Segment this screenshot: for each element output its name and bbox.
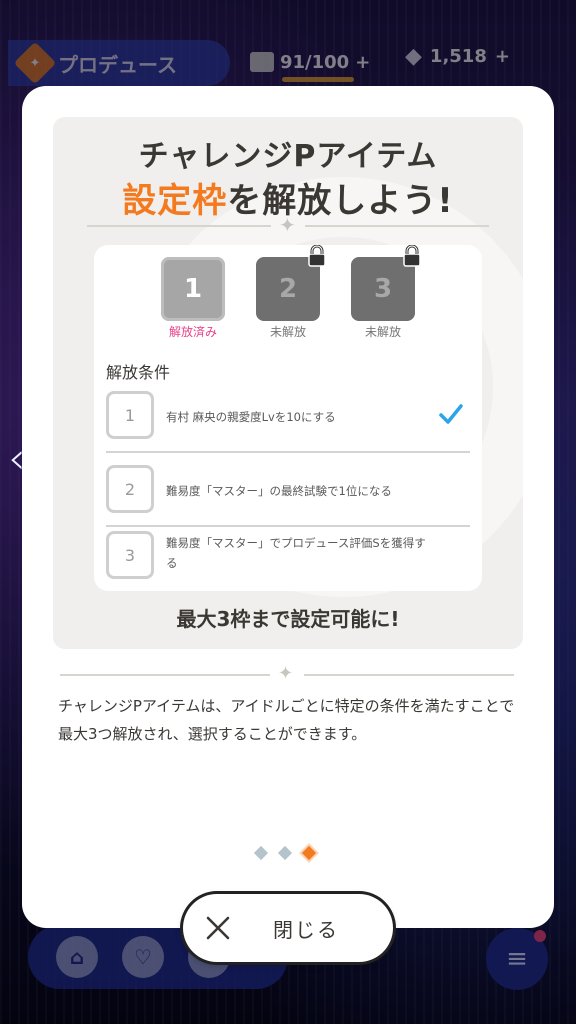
page-dot-1[interactable] (253, 845, 269, 861)
sparkle-icon: ✦ (279, 213, 296, 237)
description-text: チャレンジPアイテムは、アイドルごとに特定の条件を満たすことで最大3つ解放され、… (58, 697, 515, 743)
condition-number: 1 (106, 391, 154, 439)
condition-row: 3 難易度「マスター」でプロデュース評価Sを獲得する (106, 527, 470, 589)
slot-number: 2 (278, 274, 298, 304)
slot-1: 1 (161, 257, 225, 321)
headline-rest: を解放しよう! (227, 181, 454, 221)
condition-text: 難易度「マスター」の最終試験で1位になる (166, 484, 392, 498)
slot-2: 2 (256, 245, 326, 321)
lock-icon (308, 245, 326, 267)
condition-text: 難易度「マスター」でプロデュース評価Sを獲得する (166, 536, 426, 570)
slot-number: 3 (373, 274, 393, 304)
headline-line1: チャレンジPアイテム (138, 139, 438, 174)
tutorial-visual: チャレンジPアイテム 設定枠を解放しよう! ✦ 1 2 3 解放済み 未解放 未… (53, 117, 523, 649)
page-dot-3-active[interactable] (301, 845, 317, 861)
condition-number: 2 (106, 465, 154, 513)
lock-icon (403, 245, 421, 267)
max-slots-note: 最大3枠まで設定可能に! (176, 607, 400, 631)
condition-row: 2 難易度「マスター」の最終試験で1位になる (106, 453, 470, 527)
condition-text: 有村 麻央の親愛度Lvを10にする (166, 410, 336, 424)
tutorial-modal: チャレンジPアイテム 設定枠を解放しよう! ✦ 1 2 3 解放済み 未解放 未… (22, 86, 554, 928)
slot-3: 3 (351, 245, 421, 321)
page-dot-2[interactable] (277, 845, 293, 861)
divider (60, 674, 270, 676)
sparkle-icon: ✦ (278, 663, 294, 684)
slot-panel: 1 2 3 解放済み 未解放 未解放 解放条件 1 有村 麻央の親愛度Lvを10… (94, 245, 482, 591)
slot-1-status: 解放済み (168, 325, 217, 339)
divider (87, 225, 271, 227)
pagination-dots (253, 845, 317, 861)
slot-number: 1 (183, 274, 203, 304)
condition-number: 3 (106, 531, 154, 579)
close-button[interactable]: 閉じる (183, 894, 393, 962)
divider (305, 225, 489, 227)
close-icon (206, 916, 230, 940)
condition-row: 1 有村 麻央の親愛度Lvを10にする (106, 379, 470, 453)
divider (304, 674, 514, 676)
close-label: 閉じる (273, 918, 339, 942)
slot-2-status: 未解放 (269, 325, 306, 339)
headline-accent: 設定枠 (122, 181, 228, 221)
slot-3-status: 未解放 (364, 325, 401, 339)
check-icon (439, 404, 463, 424)
